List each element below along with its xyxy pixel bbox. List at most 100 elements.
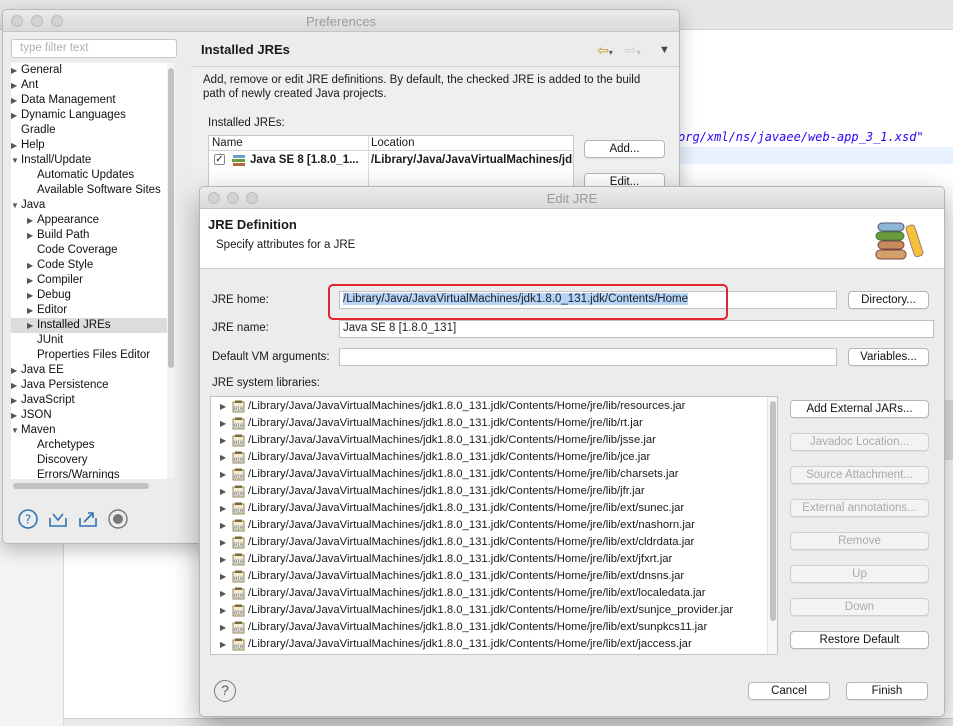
collapsed-arrow-icon[interactable]: ▶ [27,213,33,228]
collapsed-arrow-icon[interactable]: ▶ [11,63,17,78]
finish-button[interactable]: Finish [846,682,928,700]
tree-item[interactable]: ▶ Debug [27,288,71,303]
expand-arrow-icon[interactable]: ▶ [220,398,226,415]
library-row[interactable]: ▶ 010/Library/Java/JavaVirtualMachines/jd… [211,636,768,653]
collapsed-arrow-icon[interactable]: ▶ [11,363,17,378]
cancel-button[interactable]: Cancel [748,682,830,700]
back-arrow-icon[interactable]: ⇦▾ [597,42,613,59]
export-icon[interactable] [77,508,99,530]
tree-item[interactable]: ▶ Editor [27,303,67,318]
tree-item[interactable]: ▶ Ant [11,78,38,93]
tree-item[interactable]: Available Software Sites [37,183,161,198]
tree-item[interactable]: ▶ Dynamic Languages [11,108,126,123]
directory-button[interactable]: Directory... [848,291,929,309]
tree-item[interactable]: Discovery [37,453,87,468]
variables-button[interactable]: Variables... [848,348,929,366]
expand-arrow-icon[interactable]: ▶ [220,432,226,449]
record-icon[interactable] [107,508,129,530]
dialog-help-icon[interactable]: ? [214,680,236,702]
tree-item[interactable]: ▶ Build Path [27,228,89,243]
remove-button[interactable]: Remove [790,532,929,550]
expand-arrow-icon[interactable]: ▶ [220,602,226,619]
vm-args-input[interactable] [339,348,837,366]
library-row[interactable]: ▶ 010/Library/Java/JavaVirtualMachines/jd… [211,432,768,449]
library-row[interactable]: ▶ 010/Library/Java/JavaVirtualMachines/jd… [211,415,768,432]
libraries-list[interactable]: ▶ 010/Library/Java/JavaVirtualMachines/jd… [210,396,778,655]
column-location-header[interactable]: Location [371,137,414,149]
collapsed-arrow-icon[interactable]: ▶ [27,303,33,318]
collapsed-arrow-icon[interactable]: ▶ [11,138,17,153]
library-row[interactable]: ▶ 010/Library/Java/JavaVirtualMachines/jd… [211,619,768,636]
expand-arrow-icon[interactable]: ▶ [220,517,226,534]
jre-checkbox[interactable]: ✓ [214,154,225,165]
libraries-scrollbar[interactable] [767,397,777,654]
up-button[interactable]: Up [790,565,929,583]
expand-arrow-icon[interactable]: ▶ [220,534,226,551]
tree-item[interactable]: ▶ Java Persistence [11,378,109,393]
tree-item[interactable]: ▶ Appearance [27,213,99,228]
collapsed-arrow-icon[interactable]: ▶ [11,393,17,408]
down-button[interactable]: Down [790,598,929,616]
collapsed-arrow-icon[interactable]: ▶ [27,228,33,243]
tree-item[interactable]: ▼ Java [11,198,45,213]
library-row[interactable]: ▶ 010/Library/Java/JavaVirtualMachines/jd… [211,483,768,500]
expand-arrow-icon[interactable]: ▶ [220,483,226,500]
tree-item[interactable]: ▶ JSON [11,408,52,423]
expand-arrow-icon[interactable]: ▶ [220,619,226,636]
tree-item[interactable]: ▶ Code Style [27,258,93,273]
library-row[interactable]: ▶ 010/Library/Java/JavaVirtualMachines/jd… [211,398,768,415]
expand-arrow-icon[interactable]: ▶ [220,500,226,517]
collapsed-arrow-icon[interactable]: ▶ [11,93,17,108]
restore-default-button[interactable]: Restore Default [790,631,929,649]
tree-item[interactable]: ▼ Maven [11,423,56,438]
tree-scroll-thumb[interactable] [168,68,174,368]
expand-arrow-icon[interactable]: ▶ [220,466,226,483]
library-row[interactable]: ▶ 010/Library/Java/JavaVirtualMachines/jd… [211,449,768,466]
add-external-jars-button[interactable]: Add External JARs... [790,400,929,418]
collapsed-arrow-icon[interactable]: ▶ [11,408,17,423]
tree-item[interactable]: Errors/Warnings [37,468,120,479]
collapsed-arrow-icon[interactable]: ▶ [27,258,33,273]
import-icon[interactable] [47,508,69,530]
tree-item[interactable]: ▶ Java EE [11,363,64,378]
forward-arrow-icon[interactable]: ⇨▾ [625,42,641,59]
tree-item[interactable]: ▶ Compiler [27,273,83,288]
library-row[interactable]: ▶ 010/Library/Java/JavaVirtualMachines/jd… [211,551,768,568]
library-row[interactable]: ▶ 010/Library/Java/JavaVirtualMachines/jd… [211,466,768,483]
column-name-header[interactable]: Name [212,137,243,149]
expanded-arrow-icon[interactable]: ▼ [11,198,19,213]
collapsed-arrow-icon[interactable]: ▶ [27,273,33,288]
external-annotations-button[interactable]: External annotations... [790,499,929,517]
add-jre-button[interactable]: Add... [584,140,665,158]
tree-item[interactable]: ▶ Help [11,138,45,153]
tree-item[interactable]: Properties Files Editor [37,348,150,363]
expand-arrow-icon[interactable]: ▶ [220,568,226,585]
library-row[interactable]: ▶ 010/Library/Java/JavaVirtualMachines/jd… [211,500,768,517]
tree-item[interactable]: Archetypes [37,438,95,453]
filter-input[interactable]: type filter text [11,39,177,58]
collapsed-arrow-icon[interactable]: ▶ [11,108,17,123]
tree-item[interactable]: ▶ Data Management [11,93,116,108]
tree-vertical-scrollbar[interactable] [167,63,175,479]
tree-item[interactable]: ▶ General [11,63,62,78]
expand-arrow-icon[interactable]: ▶ [220,551,226,568]
tree-item[interactable]: Code Coverage [37,243,118,258]
help-icon[interactable]: ? [17,508,39,530]
source-attachment-button[interactable]: Source Attachment... [790,466,929,484]
tree-item[interactable]: Automatic Updates [37,168,134,183]
collapsed-arrow-icon[interactable]: ▶ [11,78,17,93]
library-row[interactable]: ▶ 010/Library/Java/JavaVirtualMachines/jd… [211,568,768,585]
expanded-arrow-icon[interactable]: ▼ [11,153,19,168]
tree-item[interactable]: ▶ Installed JREs [11,318,168,333]
library-row[interactable]: ▶ 010/Library/Java/JavaVirtualMachines/jd… [211,602,768,619]
expand-arrow-icon[interactable]: ▶ [220,585,226,602]
tree-item[interactable]: JUnit [37,333,63,348]
library-row[interactable]: ▶ 010/Library/Java/JavaVirtualMachines/jd… [211,585,768,602]
library-row[interactable]: ▶ 010/Library/Java/JavaVirtualMachines/jd… [211,517,768,534]
jre-name-input[interactable]: Java SE 8 [1.8.0_131] [339,320,934,338]
tree-item[interactable]: Gradle [21,123,56,138]
expand-arrow-icon[interactable]: ▶ [220,415,226,432]
libraries-scroll-thumb[interactable] [770,401,776,621]
tree-item[interactable]: ▶ JavaScript [11,393,75,408]
collapsed-arrow-icon[interactable]: ▶ [27,318,33,333]
